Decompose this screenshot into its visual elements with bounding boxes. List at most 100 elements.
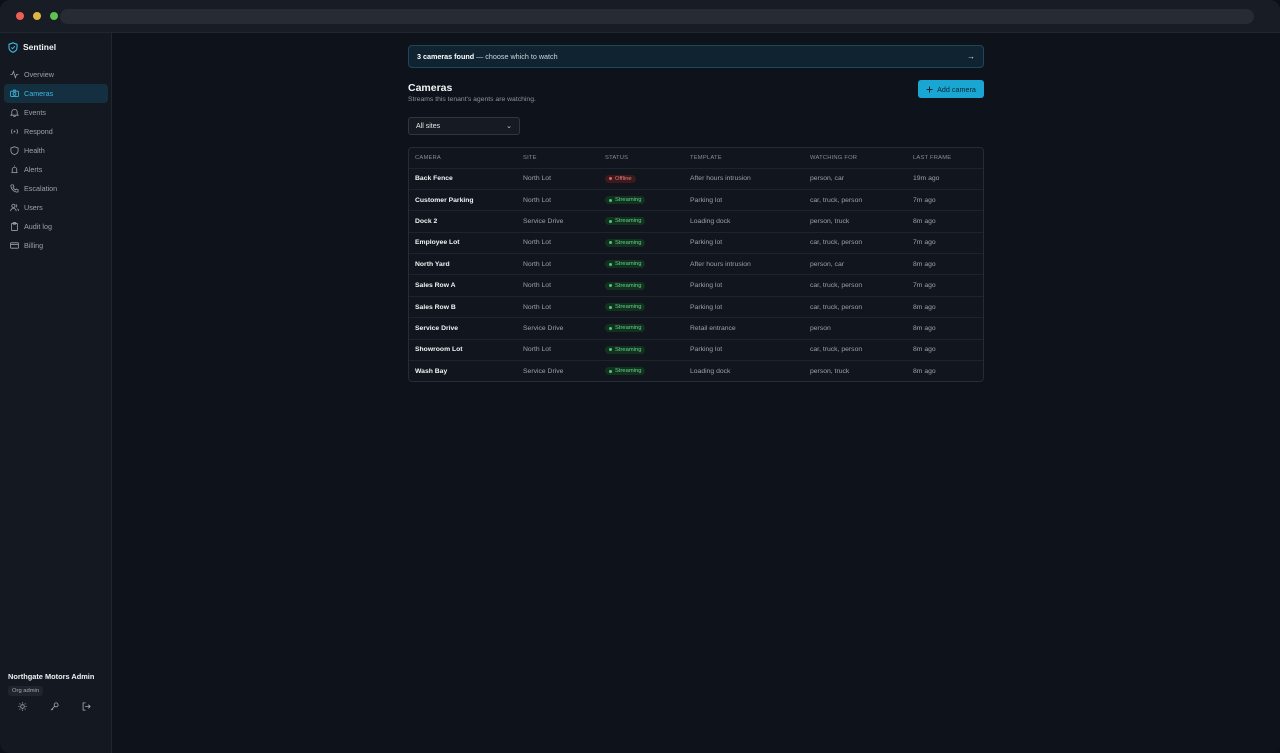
sidebar-item-label: Escalation [24,184,58,193]
camera-watching-for: person, car [804,253,907,275]
camera-name: Wash Bay [409,360,517,381]
sidebar-item-billing[interactable]: Billing [4,236,108,255]
sidebar-item-alerts[interactable]: Alerts [4,160,108,179]
close-window-button[interactable] [16,12,24,20]
sidebar-item-users[interactable]: Users [4,198,108,217]
camera-watching-for: car, truck, person [804,338,907,361]
table-row[interactable]: Sales Row B North Lot Streaming Parking lot… [409,295,983,318]
camera-watching-for: person, truck [804,210,907,233]
role-badge: Org admin [8,686,44,696]
sidebar-item-label: Alerts [24,165,43,174]
status-label: Streaming [615,346,642,353]
camera-site: North Lot [517,167,599,190]
camera-template: Parking lot [684,295,804,318]
camera-name: North Yard [409,253,517,275]
table-header-row: CAMERA SITE STATUS TEMPLATE WATCHING FOR LAST… [409,148,983,168]
sidebar-item-respond[interactable]: Respond [4,122,108,141]
sidebar-item-label: Audit log [24,222,52,231]
arrow-right-icon[interactable]: → [967,52,975,61]
status-dot-icon [609,241,612,245]
table-row[interactable]: North Yard North Lot Streaming After hours … [409,253,983,275]
sidebar-item-escalation[interactable]: Escalation [4,179,108,198]
camera-last-frame: 8m ago [907,253,983,275]
brand[interactable]: Sentinel [8,41,56,53]
table-row[interactable]: Sales Row A North Lot Streaming Parking lot… [409,274,983,297]
phone-icon [10,184,19,193]
status-badge: Streaming [605,303,646,312]
camera-template: Loading dock [684,210,804,233]
status-badge: Streaming [605,324,646,333]
sidebar-item-label: Respond [24,127,53,136]
camera-site: North Lot [517,338,599,361]
user-actions [18,702,91,711]
table-row[interactable]: Service Drive Service Drive Streaming Retai… [409,317,983,340]
sidebar-item-label: Health [24,146,45,155]
camera-name: Showroom Lot [409,338,517,361]
cameras-found-banner[interactable]: 3 cameras found — choose which to watch … [408,45,984,68]
camera-name: Sales Row B [409,295,517,318]
table-row[interactable]: Customer Parking North Lot Streaming Parkin… [409,188,983,211]
column-header: CAMERA [415,154,442,161]
camera-watching-for: car, truck, person [804,188,907,211]
sidebar-item-cameras[interactable]: Cameras [4,84,108,103]
column-header: WATCHING FOR [810,154,858,161]
camera-site: Service Drive [517,317,599,340]
table-row[interactable]: Wash Bay Service Drive Streaming Loading do… [409,360,983,381]
key-icon[interactable] [50,702,59,711]
status-label: Streaming [615,218,642,225]
camera-status-cell: Offline [599,167,684,190]
camera-template: Parking lot [684,338,804,361]
siren-icon [11,165,18,174]
sun-icon[interactable] [18,702,27,711]
table-row[interactable]: Back Fence North Lot Offline After hours in… [409,167,983,190]
address-bar[interactable] [60,9,1254,24]
camera-last-frame: 8m ago [907,210,983,233]
camera-template: Parking lot [684,274,804,297]
sidebar-nav: Overview Cameras Events Respond Health Alerts… [4,65,108,255]
table-row[interactable]: Showroom Lot North Lot Streaming Parking lo… [409,338,983,361]
maximize-window-button[interactable] [50,12,58,20]
camera-last-frame: 8m ago [907,360,983,381]
sidebar-item-audit-log[interactable]: Audit log [4,217,108,236]
camera-watching-for: person, car [804,167,907,190]
status-dot-icon [609,284,612,288]
camera-status-cell: Streaming [599,274,684,297]
camera-watching-for: person [804,317,907,340]
camera-last-frame: 7m ago [907,188,983,211]
camera-watching-for: car, truck, person [804,295,907,318]
camera-template: Loading dock [684,360,804,381]
camera-site: Service Drive [517,210,599,233]
users-icon [10,203,19,212]
status-badge: Streaming [605,217,646,226]
shield-logo-icon [8,41,18,53]
status-dot-icon [609,262,612,266]
status-badge: Streaming [605,367,646,376]
camera-name: Employee Lot [409,231,517,254]
camera-last-frame: 19m ago [907,167,983,190]
bell-icon [10,109,19,117]
banner-text: — choose which to watch [474,52,558,61]
table-row[interactable]: Employee Lot North Lot Streaming Parking lo… [409,231,983,254]
page-subtitle: Streams this tenant's agents are watchin… [408,96,536,103]
sidebar-item-events[interactable]: Events [4,103,108,122]
site-filter-select[interactable]: All sites ⌄ [408,117,520,135]
banner-count: 3 cameras found [417,52,475,61]
column-header: LAST FRAME [913,154,952,161]
main-content: 3 cameras found — choose which to watch … [112,33,1280,753]
camera-last-frame: 8m ago [907,338,983,361]
camera-watching-for: car, truck, person [804,231,907,254]
logout-icon[interactable] [82,702,91,711]
camera-site: North Lot [517,188,599,211]
app-name: Sentinel [23,42,57,52]
app-window: Sentinel Overview Cameras Events Respond Hea… [0,0,1280,753]
camera-site: North Lot [517,295,599,318]
table-row[interactable]: Dock 2 Service Drive Streaming Loading dock… [409,210,983,233]
plus-icon [926,86,933,92]
activity-icon [10,70,19,79]
sidebar-item-health[interactable]: Health [4,141,108,160]
add-camera-button[interactable]: Add camera [918,80,984,98]
sidebar-item-overview[interactable]: Overview [4,65,108,84]
column-header: STATUS [605,154,629,161]
minimize-window-button[interactable] [33,12,41,20]
camera-name: Back Fence [409,167,517,190]
